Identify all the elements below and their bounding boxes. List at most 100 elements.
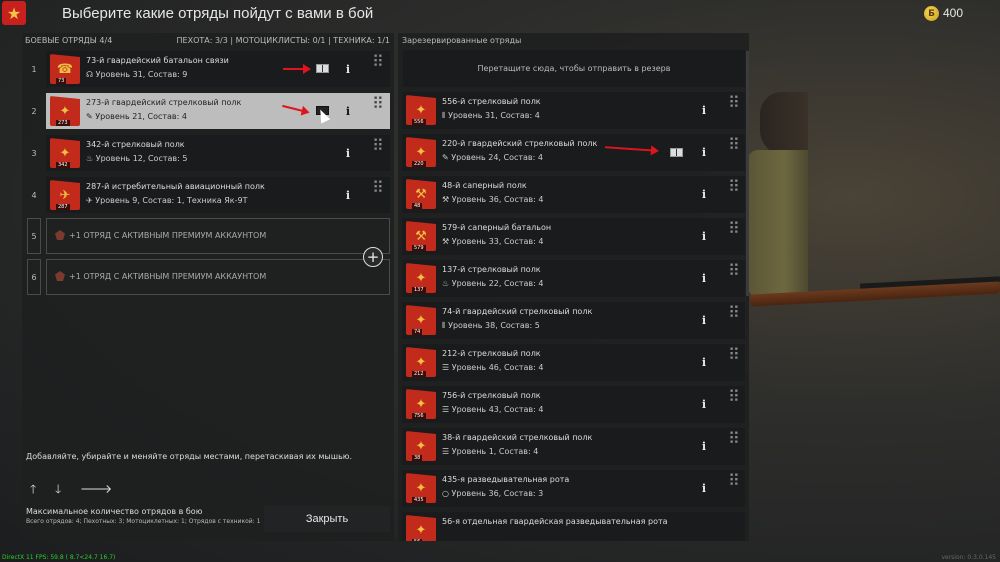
info-icon[interactable]: i [342, 187, 354, 203]
premium-slot[interactable]: +1 ОТРЯД С АКТИВНЫМ ПРЕМИУМ АККАУНТОМ [46, 259, 390, 295]
info-icon[interactable]: i [698, 480, 710, 496]
drag-handle-icon[interactable]: ⠿ [372, 54, 384, 75]
reserve-unit-row[interactable]: ⚒ 579 579-й саперный батальон ⚒ Уровень 33,… [402, 218, 745, 255]
unit-name: 74-й гвардейский стрелковый полк [442, 307, 593, 316]
unit-level: ✎ Уровень 21, Состав: 4 [86, 112, 187, 121]
combat-unit-row[interactable]: ☎ 73 73-й гвардейский батальон связи ☊ Уров… [46, 51, 390, 87]
drag-hint: Добавляйте, убирайте и меняйте отряды ме… [26, 452, 353, 461]
emblem-glyph: ✦ [415, 396, 427, 412]
reserve-unit-row[interactable]: ✦56 56-я отдельная гвардейская разведыват… [402, 512, 745, 541]
drag-handle-icon[interactable]: ⠿ [728, 473, 740, 494]
unit-level-text: Уровень 1, Состав: 4 [451, 447, 539, 456]
unit-level-text: Уровень 24, Состав: 4 [451, 153, 543, 162]
unit-level-text: Уровень 12, Состав: 5 [95, 154, 188, 163]
drag-handle-icon[interactable]: ⠿ [728, 263, 740, 284]
reserve-unit-row[interactable]: ✦ 220 220-й гвардейский стрелковый полк ✎ У… [402, 134, 745, 171]
slot-number: 5 [27, 218, 41, 254]
coin-icon: Б [924, 6, 939, 21]
drag-handle-icon[interactable]: ⠿ [728, 179, 740, 200]
reserve-unit-row[interactable]: ✦ 137 137-й стрелковый полк ♨ Уровень 22, С… [402, 260, 745, 297]
drag-handle-icon[interactable]: ⠿ [372, 96, 384, 117]
book-icon[interactable] [670, 148, 683, 157]
reserve-dropzone[interactable]: Перетащите сюда, чтобы отправить в резер… [403, 50, 745, 87]
unit-level: ☰ Уровень 1, Состав: 4 [442, 447, 538, 456]
drag-handle-icon[interactable]: ⠿ [728, 347, 740, 368]
unit-name: 56-я отдельная гвардейская разведыватель… [442, 517, 668, 526]
info-icon[interactable]: i [698, 228, 710, 244]
annotation-arrow [283, 64, 311, 74]
drag-handle-icon[interactable]: ⠿ [728, 95, 740, 116]
combat-units-label: БОЕВЫЕ ОТРЯДЫ 4/4 [25, 36, 113, 45]
unit-class-icon: ✈ [86, 196, 93, 205]
unit-emblem-icon: ☎ 73 [50, 54, 80, 84]
info-icon[interactable]: i [698, 438, 710, 454]
unit-level: ✈ Уровень 9, Состав: 1, Техника Як-9Т [86, 196, 247, 205]
arrow-down-icon[interactable]: 🡓 [55, 480, 80, 501]
add-slot-icon[interactable]: + [363, 247, 383, 267]
slot-number: 1 [31, 64, 37, 74]
reserve-unit-row[interactable]: ⚒ 48 48-й саперный полк ⚒ Уровень 36, Соста… [402, 176, 745, 213]
emblem-tag: 48 [412, 203, 423, 209]
unit-name: 435-я разведывательная рота [442, 475, 570, 484]
info-icon[interactable]: i [342, 61, 354, 77]
info-icon[interactable]: i [698, 270, 710, 286]
close-button[interactable]: Закрыть [264, 506, 390, 532]
info-icon[interactable]: i [698, 186, 710, 202]
drag-handle-icon[interactable]: ⠿ [728, 305, 740, 326]
drag-handle-icon[interactable]: ⠿ [372, 138, 384, 159]
combat-unit-row[interactable]: ✦ 273 273-й гвардейский стрелковый полк ✎ У… [46, 93, 390, 129]
info-icon[interactable]: i [698, 354, 710, 370]
unit-level: ⚒ Уровень 33, Состав: 4 [442, 237, 543, 246]
premium-slot[interactable]: +1 ОТРЯД С АКТИВНЫМ ПРЕМИУМ АККАУНТОМ [46, 218, 390, 254]
unit-name: 212-й стрелковый полк [442, 349, 541, 358]
unit-level-text: Уровень 9, Состав: 1, Техника Як-9Т [95, 196, 248, 205]
arrow-right-icon[interactable]: 🡒 [80, 481, 112, 496]
unit-emblem-icon: ✦ 556 [406, 95, 436, 125]
info-icon[interactable]: i [342, 103, 354, 119]
book-icon[interactable] [316, 64, 329, 73]
drag-handle-icon[interactable]: ⠿ [728, 137, 740, 158]
reserve-scrollbar[interactable] [746, 51, 749, 296]
unit-name: 73-й гвардейский батальон связи [86, 56, 229, 65]
unit-emblem-icon: ✦ 74 [406, 305, 436, 335]
premium-slot-text: +1 ОТРЯД С АКТИВНЫМ ПРЕМИУМ АККАУНТОМ [55, 271, 266, 281]
unit-name: 756-й стрелковый полк [442, 391, 541, 400]
drag-handle-icon[interactable]: ⠿ [728, 431, 740, 452]
emblem-glyph: ✦ [415, 480, 427, 496]
drag-handle-icon[interactable]: ⠿ [728, 221, 740, 242]
unit-level-text: Уровень 21, Состав: 4 [95, 112, 187, 121]
slot-number: 6 [27, 259, 41, 295]
reserve-unit-row[interactable]: ✦ 435 435-я разведывательная рота ○ Уровень… [402, 470, 745, 507]
combat-unit-row[interactable]: ✈ 287 287-й истребительный авиационный пол… [46, 177, 390, 213]
star-icon[interactable]: ★ [2, 1, 26, 25]
drag-handle-icon[interactable]: ⠿ [728, 389, 740, 410]
emblem-glyph: ✦ [415, 438, 427, 454]
combat-unit-row[interactable]: ✦ 342 342-й стрелковый полк ♨ Уровень 12, С… [46, 135, 390, 171]
unit-emblem-icon: ✦ 212 [406, 347, 436, 377]
unit-name: 137-й стрелковый полк [442, 265, 541, 274]
info-icon[interactable]: i [698, 396, 710, 412]
unit-level-text: Уровень 46, Состав: 4 [451, 363, 544, 372]
reserve-unit-row[interactable]: ✦ 556 556-й стрелковый полк ⦀ Уровень 31, С… [402, 92, 745, 129]
reserve-unit-row[interactable]: ✦ 74 74-й гвардейский стрелковый полк ⦀ Уро… [402, 302, 745, 339]
info-icon[interactable]: i [342, 145, 354, 161]
emblem-glyph: ✦ [415, 270, 427, 286]
unit-level: ☊ Уровень 31, Состав: 9 [86, 70, 187, 79]
reserve-unit-row[interactable]: ✦ 38 38-й гвардейский стрелковый полк ☰ Уро… [402, 428, 745, 465]
emblem-tag: 556 [412, 119, 426, 125]
emblem-tag: 435 [412, 497, 426, 503]
arrow-up-icon[interactable]: 🡑 [30, 480, 55, 501]
unit-name: 48-й саперный полк [442, 181, 527, 190]
reserve-unit-row[interactable]: ✦ 212 212-й стрелковый полк ☰ Уровень 46, С… [402, 344, 745, 381]
emblem-glyph: ☎ [56, 61, 74, 77]
info-icon[interactable]: i [698, 102, 710, 118]
info-icon[interactable]: i [698, 312, 710, 328]
emblem-glyph: ✦ [415, 144, 427, 160]
unit-class-icon: ⚒ [442, 195, 450, 204]
premium-slot-label: +1 ОТРЯД С АКТИВНЫМ ПРЕМИУМ АККАУНТОМ [69, 231, 267, 240]
info-icon[interactable]: i [698, 144, 710, 160]
drag-handle-icon[interactable]: ⠿ [372, 180, 384, 201]
reserve-unit-row[interactable]: ✦ 756 756-й стрелковый полк ☰ Уровень 43, С… [402, 386, 745, 423]
unit-level: ☰ Уровень 46, Состав: 4 [442, 363, 543, 372]
slot-number: 2 [31, 106, 37, 116]
